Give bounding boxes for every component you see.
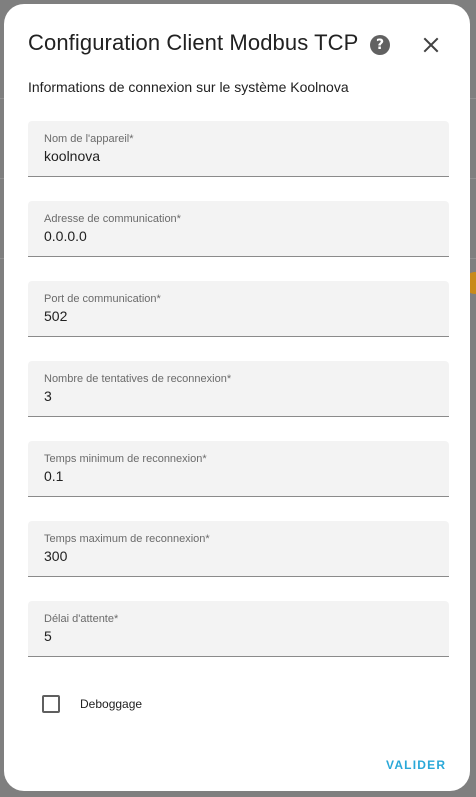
reconnect-attempts-field[interactable]: Nombre de tentatives de reconnexion* 3 bbox=[28, 361, 449, 417]
device-name-field[interactable]: Nom de l'appareil* koolnova bbox=[28, 121, 449, 177]
field-label: Temps minimum de reconnexion* bbox=[44, 453, 207, 465]
min-reconnect-time-field[interactable]: Temps minimum de reconnexion* 0.1 bbox=[28, 441, 449, 497]
field-label: Port de communication* bbox=[44, 293, 161, 305]
debug-checkbox[interactable] bbox=[42, 695, 60, 713]
close-icon bbox=[423, 37, 439, 53]
field-label: Nom de l'appareil* bbox=[44, 133, 134, 145]
field-value: 3 bbox=[44, 388, 52, 404]
field-value: 5 bbox=[44, 628, 52, 644]
dialog-title: Configuration Client Modbus TCP bbox=[28, 30, 359, 55]
help-icon[interactable]: ? bbox=[370, 35, 390, 55]
debug-checkbox-label: Deboggage bbox=[80, 697, 143, 711]
field-value: 300 bbox=[44, 548, 68, 564]
field-label: Nombre de tentatives de reconnexion* bbox=[44, 373, 232, 385]
field-value: 0.1 bbox=[44, 468, 64, 484]
close-button[interactable] bbox=[416, 30, 446, 60]
submit-button[interactable]: VALIDER bbox=[386, 754, 446, 776]
field-value: koolnova bbox=[44, 148, 101, 164]
debug-option: Deboggage bbox=[42, 692, 142, 716]
communication-port-field[interactable]: Port de communication* 502 bbox=[28, 281, 449, 337]
communication-address-field[interactable]: Adresse de communication* 0.0.0.0 bbox=[28, 201, 449, 257]
max-reconnect-time-field[interactable]: Temps maximum de reconnexion* 300 bbox=[28, 521, 449, 577]
field-value: 0.0.0.0 bbox=[44, 228, 87, 244]
dialog-subtitle: Informations de connexion sur le système… bbox=[28, 79, 349, 95]
field-value: 502 bbox=[44, 308, 68, 324]
timeout-field[interactable]: Délai d'attente* 5 bbox=[28, 601, 449, 657]
config-dialog: Configuration Client Modbus TCP ? Inform… bbox=[4, 4, 470, 791]
field-label: Adresse de communication* bbox=[44, 213, 181, 225]
field-label: Temps maximum de reconnexion* bbox=[44, 533, 210, 545]
field-label: Délai d'attente* bbox=[44, 613, 119, 625]
